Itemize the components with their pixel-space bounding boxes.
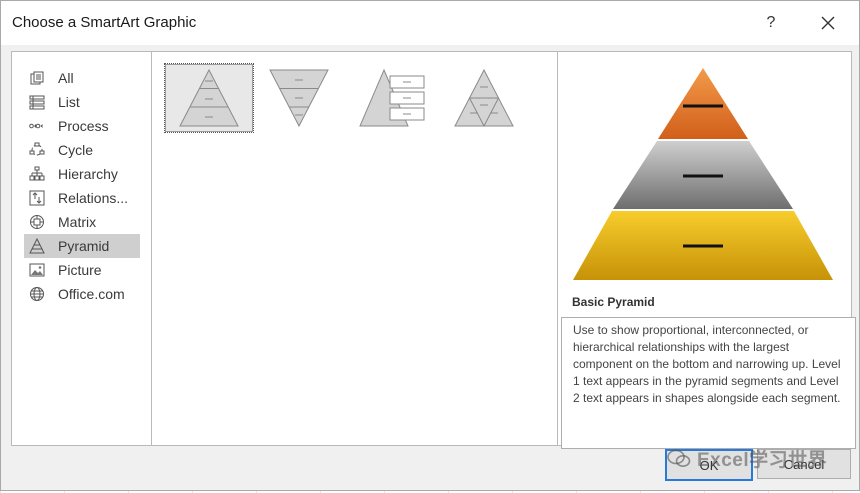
category-item-matrix[interactable]: Matrix: [24, 210, 140, 234]
category-list: All List Process Cycle Hierarchy Relatio…: [24, 66, 140, 306]
gallery-item-inverted-pyramid[interactable]: [255, 64, 343, 132]
category-label: Relations...: [58, 190, 129, 206]
all-icon: [28, 69, 46, 87]
ok-button[interactable]: OK: [665, 449, 753, 481]
matrix-icon: [28, 213, 46, 231]
layout-name: Basic Pyramid: [572, 295, 655, 309]
help-button[interactable]: ?: [756, 9, 786, 37]
category-item-office-com[interactable]: Office.com: [24, 282, 140, 306]
category-item-process[interactable]: Process: [24, 114, 140, 138]
layout-description: Use to show proportional, interconnected…: [561, 317, 856, 449]
category-label: Office.com: [58, 286, 125, 302]
category-label: All: [58, 70, 74, 86]
list-icon: [28, 93, 46, 111]
relationship-icon: [28, 189, 46, 207]
category-label: Cycle: [58, 142, 94, 158]
layout-gallery: [151, 51, 558, 446]
segmented-pyramid-icon: [454, 68, 514, 128]
pyramid-list-icon: [359, 68, 425, 127]
category-item-all[interactable]: All: [24, 66, 140, 90]
inverted-pyramid-icon: [269, 69, 329, 128]
category-label: Picture: [58, 262, 102, 278]
basic-pyramid-icon: [179, 68, 239, 127]
pyramid-icon: [28, 237, 46, 255]
category-item-hierarchy[interactable]: Hierarchy: [24, 162, 140, 186]
category-item-cycle[interactable]: Cycle: [24, 138, 140, 162]
close-button[interactable]: [813, 9, 843, 37]
preview-panel: Basic Pyramid Use to show proportional, …: [557, 51, 856, 449]
close-icon: [821, 16, 835, 30]
hierarchy-icon: [28, 165, 46, 183]
category-label: List: [58, 94, 80, 110]
cancel-button[interactable]: Cancel: [757, 449, 851, 479]
gallery-item-pyramid-list[interactable]: [350, 64, 438, 132]
globe-icon: [28, 285, 46, 303]
category-label: Hierarchy: [58, 166, 118, 182]
pyramid-preview-graphic: [573, 68, 833, 280]
category-item-picture[interactable]: Picture: [24, 258, 140, 282]
category-item-relationship[interactable]: Relations...: [24, 186, 140, 210]
cycle-icon: [28, 141, 46, 159]
category-label: Process: [58, 118, 109, 134]
gallery-item-segmented-pyramid[interactable]: [440, 64, 528, 132]
picture-icon: [28, 261, 46, 279]
dialog-title: Choose a SmartArt Graphic: [12, 14, 197, 31]
category-label: Matrix: [58, 214, 97, 230]
category-panel: All List Process Cycle Hierarchy Relatio…: [11, 51, 153, 446]
category-label: Pyramid: [58, 238, 110, 254]
smartart-dialog: Choose a SmartArt Graphic ? All List Pro…: [0, 0, 860, 491]
category-item-list[interactable]: List: [24, 90, 140, 114]
title-bar: Choose a SmartArt Graphic ?: [1, 1, 859, 45]
gallery-item-basic-pyramid[interactable]: [164, 63, 254, 133]
category-item-pyramid[interactable]: Pyramid: [24, 234, 140, 258]
process-icon: [28, 117, 46, 135]
